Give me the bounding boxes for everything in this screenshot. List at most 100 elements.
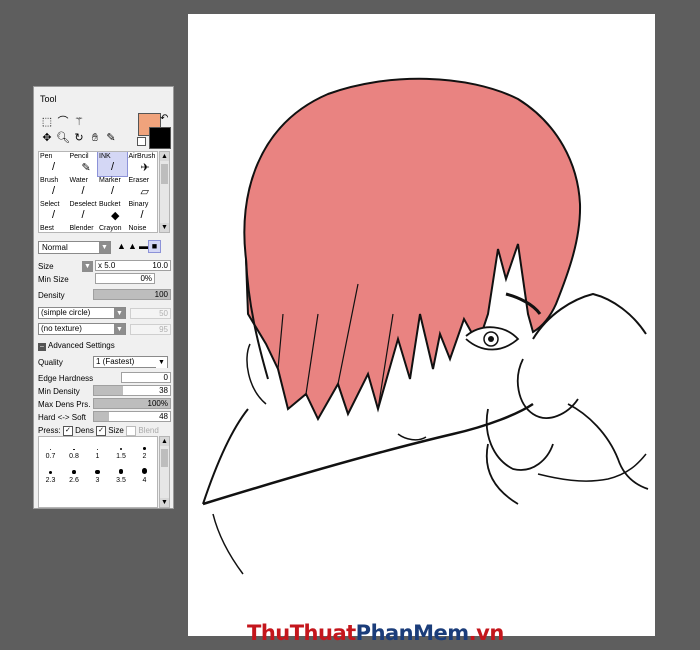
brush-pencil[interactable]: Pencil ✎ <box>69 152 98 176</box>
lasso-icon[interactable]: ⌒ <box>56 115 70 129</box>
density-label: Density <box>38 291 65 300</box>
brush-select[interactable]: Select / <box>39 200 68 224</box>
soft-shape-icon[interactable]: ▲ <box>127 241 138 252</box>
hard-soft-label: Hard <-> Soft <box>38 413 87 422</box>
blend-label: Blend <box>138 426 159 436</box>
blend-mode-select[interactable]: Normal ▼ <box>38 241 111 254</box>
square-shape-icon[interactable]: ■ <box>148 240 161 253</box>
brush-marker[interactable]: Marker / <box>98 176 127 200</box>
size-presets-scrollbar[interactable]: ▲ ▼ <box>159 436 170 508</box>
press-label: Press: <box>38 426 61 436</box>
background-color-swatch[interactable] <box>149 127 171 149</box>
brush-pen[interactable]: Pen / <box>39 152 68 176</box>
rotate-icon[interactable]: ↻ <box>72 131 86 145</box>
brush-deselect[interactable]: Deselect / <box>69 200 98 224</box>
brush-size-presets: 0.7 0.8 1 1.5 2 2.3 2.6 3 3.5 4 <box>38 436 158 508</box>
reset-colors-icon[interactable] <box>137 137 146 146</box>
brush-label: INK <box>99 153 111 160</box>
size-preset[interactable]: 2.6 <box>63 465 86 489</box>
texture-strength: 95 <box>130 324 171 335</box>
density-slider[interactable]: 100 <box>93 289 171 300</box>
water-icon: / <box>81 185 85 197</box>
zoom-icon[interactable]: 🔍︎ <box>56 131 70 145</box>
advanced-settings-title: Advanced Settings <box>48 341 115 350</box>
hand-icon[interactable]: ✋︎ <box>88 131 102 145</box>
swap-colors-icon[interactable]: ↶ <box>160 113 168 124</box>
brush-label: Best <box>40 225 55 232</box>
brush-crayon[interactable]: Crayon◆ <box>98 224 127 232</box>
chevron-down-icon[interactable]: ▼ <box>114 324 125 335</box>
size-preset[interactable]: 3.5 <box>110 465 133 489</box>
size-dropdown-icon[interactable]: ▼ <box>82 261 93 272</box>
brush-noise[interactable]: Noise/ <box>128 224 157 232</box>
eyedropper-icon[interactable]: ✎ <box>104 131 118 145</box>
chevron-down-icon[interactable]: ▼ <box>99 242 110 253</box>
chevron-down-icon[interactable]: ▼ <box>114 308 125 319</box>
size-preset[interactable]: 1.5 <box>110 441 133 465</box>
advanced-settings-toggle[interactable]: – Advanced Settings <box>38 341 115 351</box>
size-preset[interactable]: 4 <box>133 465 156 489</box>
min-density-label: Min Density <box>38 387 80 396</box>
dens-checkbox[interactable]: ✓ <box>62 426 73 436</box>
blend-mode-value: Normal <box>42 243 68 252</box>
scrollbar-thumb[interactable] <box>161 164 168 184</box>
quality-select[interactable]: 1 (Fastest) ▼ <box>93 356 168 368</box>
brush-brush[interactable]: Brush / <box>39 176 68 200</box>
edge-hardness-value: 0 <box>163 373 168 382</box>
brush-shape-buttons: ▲ ▲ ▬ ■ <box>116 240 161 253</box>
brush-ink[interactable]: INK / <box>97 152 128 177</box>
hard-soft-slider[interactable]: 48 <box>93 411 171 422</box>
scroll-up-icon[interactable]: ▲ <box>160 152 169 161</box>
brush-bucket[interactable]: Bucket ◆ <box>98 200 127 224</box>
size-preset[interactable]: 2 <box>133 441 156 465</box>
brush-label: Noise <box>128 225 147 232</box>
size-field[interactable]: x 5.0 10.0 <box>95 260 171 271</box>
brush-water[interactable]: Water / <box>69 176 98 200</box>
dens-label: Dens <box>75 426 94 436</box>
brush-eraser[interactable]: Eraser ▱ <box>128 176 157 200</box>
texture-select[interactable]: (no texture) ▼ <box>38 323 126 335</box>
brush-blender[interactable]: Blender▦ <box>69 224 98 232</box>
scroll-up-icon[interactable]: ▲ <box>160 437 169 446</box>
size-preset-value: 0.7 <box>45 453 56 460</box>
pen-icon: / <box>52 161 56 173</box>
size-checkbox[interactable]: ✓ <box>96 426 107 436</box>
scroll-down-icon[interactable]: ▼ <box>160 498 169 507</box>
select-brush-icon: / <box>52 209 56 221</box>
size-preset-value: 3 <box>95 477 100 484</box>
max-dens-prs-slider[interactable]: 100% <box>93 398 171 409</box>
brush-shape-value: (simple circle) <box>41 308 91 317</box>
min-size-field[interactable]: 0% <box>95 273 155 284</box>
brush-label: Brush <box>40 177 59 184</box>
rect-select-icon[interactable]: ⬚ <box>40 115 54 129</box>
min-density-slider[interactable]: 38 <box>93 385 171 396</box>
scrollbar-thumb[interactable] <box>161 449 168 467</box>
magic-wand-icon[interactable]: ⚚ <box>72 115 86 129</box>
drawing-canvas[interactable] <box>188 14 655 636</box>
size-preset[interactable]: 0.7 <box>39 441 62 465</box>
size-preset-value: 2.3 <box>45 477 56 484</box>
chevron-down-icon[interactable]: ▼ <box>156 357 167 368</box>
size-preset[interactable]: 2.3 <box>39 465 62 489</box>
size-preset[interactable]: 1 <box>86 441 109 465</box>
size-preset-dot <box>72 470 76 474</box>
brush-grid-scrollbar[interactable]: ▲ ▼ <box>159 151 170 233</box>
brush-binary[interactable]: Binary / <box>128 200 157 224</box>
size-preset[interactable]: 0.8 <box>63 441 86 465</box>
scroll-down-icon[interactable]: ▼ <box>160 223 169 232</box>
brush-shape-select[interactable]: (simple circle) ▼ <box>38 307 126 319</box>
brush-label: Blender <box>69 225 94 232</box>
round-shape-icon[interactable]: ▲ <box>116 241 127 252</box>
move-icon[interactable]: ✥ <box>40 131 54 145</box>
brush-label: Marker <box>99 177 121 184</box>
flat-shape-icon[interactable]: ▬ <box>138 241 149 252</box>
size-preset-dot <box>49 448 52 450</box>
size-preset[interactable]: 3 <box>86 465 109 489</box>
brush-airbrush[interactable]: AirBrush ✈ <box>128 152 157 176</box>
min-density-value: 38 <box>159 386 168 395</box>
brush-best[interactable]: Best▦ <box>39 224 68 232</box>
watermark-part3: .vn <box>468 621 505 645</box>
size-multiplier: x 5.0 <box>98 261 116 270</box>
edge-hardness-slider[interactable]: 0 <box>121 372 171 383</box>
blend-checkbox[interactable] <box>126 426 137 436</box>
